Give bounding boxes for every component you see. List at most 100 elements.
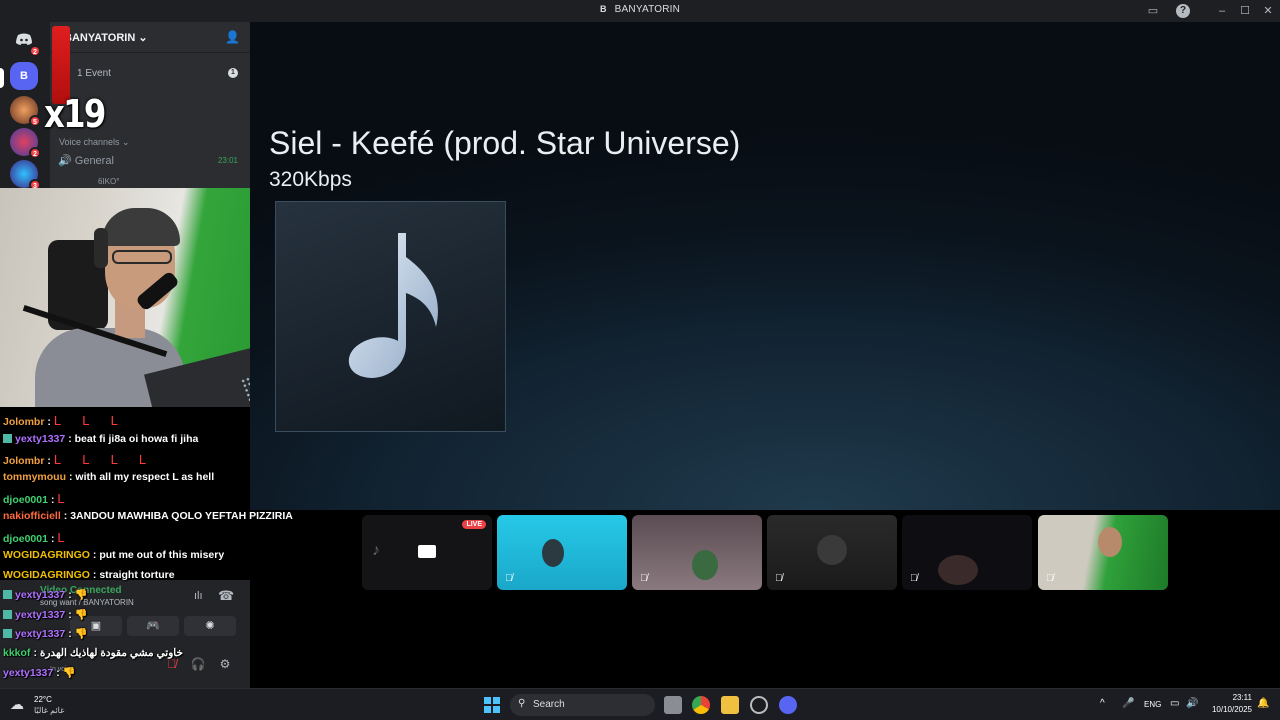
server-banyatorin[interactable]: B — [10, 62, 38, 90]
chat-username[interactable]: kkkof — [3, 647, 30, 659]
chat-username[interactable]: Jolombr — [3, 416, 44, 428]
chat-message-text: L L L — [53, 413, 127, 428]
notifications-icon[interactable]: 🔔 — [1257, 698, 1269, 709]
music-note-icon — [348, 233, 438, 378]
window-title: B BANYATORIN — [0, 4, 1280, 15]
weather-condition: غائم غالبًا — [34, 706, 65, 715]
chat-message-text: L — [57, 530, 74, 545]
file-explorer-icon[interactable] — [721, 696, 739, 714]
search-label: Search — [533, 699, 565, 710]
event-count-badge: 1 — [228, 68, 238, 78]
microphone-tray-icon[interactable]: 🎤 — [1122, 698, 1134, 709]
mute-icon: 🎙̸ — [775, 573, 783, 584]
chat-message: yexty1337: 👎 — [3, 588, 88, 601]
chat-username[interactable]: yexty1337 — [3, 667, 53, 679]
chat-username[interactable]: yexty1337 — [15, 433, 65, 445]
chat-username[interactable]: yexty1337 — [15, 609, 65, 621]
chevron-down-icon: ⌄ — [138, 32, 148, 44]
chrome-icon[interactable] — [692, 696, 710, 714]
server-2-badge: 5 — [29, 115, 41, 127]
task-view-icon[interactable] — [664, 696, 682, 714]
taskbar-search[interactable]: ⚲ Search — [510, 694, 655, 716]
chat-username[interactable]: tommymouu — [3, 471, 66, 483]
speaker-icon: 🔊 — [58, 155, 72, 167]
user-badge-icon — [3, 590, 12, 599]
chat-message-text: beat fi ji8a oi howa fi jiha — [74, 433, 199, 445]
tray-expand-icon[interactable]: ^ — [1100, 698, 1105, 709]
close-button[interactable]: ✕ — [1260, 3, 1276, 19]
user-badge-icon — [3, 629, 12, 638]
server-3[interactable]: 2 — [10, 128, 41, 159]
chat-username[interactable]: djoe0001 — [3, 533, 48, 545]
chat-username[interactable]: WOGIDAGRINGO — [3, 549, 90, 561]
tile-participant-3[interactable]: 🎙̸ — [767, 515, 897, 590]
window-server-badge: B — [599, 4, 607, 14]
network-icon[interactable]: ▭ — [1170, 698, 1179, 709]
chat-message: yexty1337: 👎 — [3, 608, 88, 621]
mute-icon: 🎙̸ — [640, 573, 648, 584]
participant-strip: ♪ LIVE 🎙̸ 🎙̸ 🎙̸ 🎙̸ 🎙̸ — [250, 510, 1280, 688]
events-link[interactable]: 1 Event — [77, 68, 111, 79]
chat-message-text: L — [57, 491, 74, 506]
chat-message: tommymouu: with all my respect L as hell — [3, 471, 214, 483]
chat-message-text: straight torture — [99, 569, 175, 581]
participant-3-silhouette — [817, 535, 847, 565]
title-bar: B BANYATORIN ▭ ? – ☐ ✕ — [0, 0, 1280, 22]
voice-channel-label: General — [74, 155, 114, 167]
tile-participant-5[interactable]: 🎙̸ — [1038, 515, 1168, 590]
category-voice-channels[interactable]: Voice channels ⌄ — [59, 137, 130, 148]
tile-participant-1[interactable]: 🎙̸ — [497, 515, 627, 590]
chat-message: nakiofficiell: 3ANDOU MAWHIBA QOLO YEFTA… — [3, 510, 293, 522]
search-icon: ⚲ — [518, 698, 526, 709]
chat-username[interactable]: yexty1337 — [15, 589, 65, 601]
help-icon[interactable]: ? — [1176, 4, 1190, 18]
chat-message: yexty1337: beat fi ji8a oi howa fi jiha — [3, 433, 198, 445]
tile-stream[interactable]: ♪ LIVE — [362, 515, 492, 590]
voice-member[interactable]: 6IKO° — [98, 177, 119, 186]
participant-4-silhouette — [938, 555, 978, 585]
server-4[interactable]: 3 — [10, 160, 41, 191]
webcam-person-glasses — [112, 250, 172, 264]
voice-channel-timer: 23:01 — [217, 156, 238, 165]
chat-message-text: 👎 — [74, 609, 88, 621]
maximize-button[interactable]: ☐ — [1237, 3, 1253, 19]
webcam-person-cap — [102, 208, 180, 246]
minimize-button[interactable]: – — [1214, 3, 1230, 19]
chat-username[interactable]: djoe0001 — [3, 494, 48, 506]
chat-username[interactable]: WOGIDAGRINGO — [3, 569, 90, 581]
windows-start-icon[interactable] — [484, 697, 500, 713]
voice-channel-general[interactable]: 🔊 General — [58, 154, 114, 167]
screen-share-preview-icon — [418, 545, 436, 558]
chat-message-text: put me out of this misery — [99, 549, 225, 561]
tile-music-note-icon: ♪ — [372, 542, 380, 559]
screen-share-icon[interactable]: ▭ — [1145, 3, 1161, 19]
discord-home-button[interactable]: 2 — [10, 26, 41, 57]
chat-username[interactable]: Jolombr — [3, 455, 44, 467]
user-badge-icon — [3, 434, 12, 443]
live-badge: LIVE — [462, 520, 486, 529]
chat-message-text: 3ANDOU MAWHIBA QOLO YEFTAH PIZZIRIA — [70, 510, 293, 522]
taskbar: ☁ 22°C غائم غالبًا ⚲ Search ^ 🎤 ENG ▭ 🔊 … — [0, 688, 1280, 720]
chat-username[interactable]: yexty1337 — [15, 628, 65, 640]
window-title-text: BANYATORIN — [614, 4, 681, 15]
input-language[interactable]: ENG — [1144, 700, 1161, 709]
chat-message: kkkof: خاوتي مشي مقودة لهاذيك الهدرة — [3, 647, 183, 659]
volume-icon[interactable]: 🔊 — [1186, 698, 1198, 709]
chat-message: WOGIDAGRINGO: straight torture — [3, 569, 175, 581]
add-member-icon[interactable]: 👤 — [225, 30, 240, 44]
chat-username[interactable]: nakiofficiell — [3, 510, 61, 522]
clock-time[interactable]: 23:11 — [1210, 693, 1252, 702]
server-2[interactable]: 5 — [10, 96, 41, 127]
tile-participant-2[interactable]: 🎙̸ — [632, 515, 762, 590]
chat-message-text: 👎 — [62, 667, 76, 679]
server-name-header[interactable]: BANYATORIN ⌄ — [64, 31, 148, 44]
tile-participant-4[interactable]: 🎙̸ — [902, 515, 1032, 590]
clock-date[interactable]: 10/10/2025 — [1200, 705, 1252, 714]
server-letter: B — [20, 70, 28, 82]
selected-server-pill — [0, 68, 4, 88]
song-title: Siel - Keefé (prod. Star Universe) — [269, 125, 741, 161]
chat-message: Jolombr: L L L — [3, 413, 127, 428]
obs-icon[interactable] — [750, 696, 768, 714]
chat-message-text: خاوتي مشي مقودة لهاذيك الهدرة — [39, 647, 183, 659]
discord-taskbar-icon[interactable] — [779, 696, 797, 714]
